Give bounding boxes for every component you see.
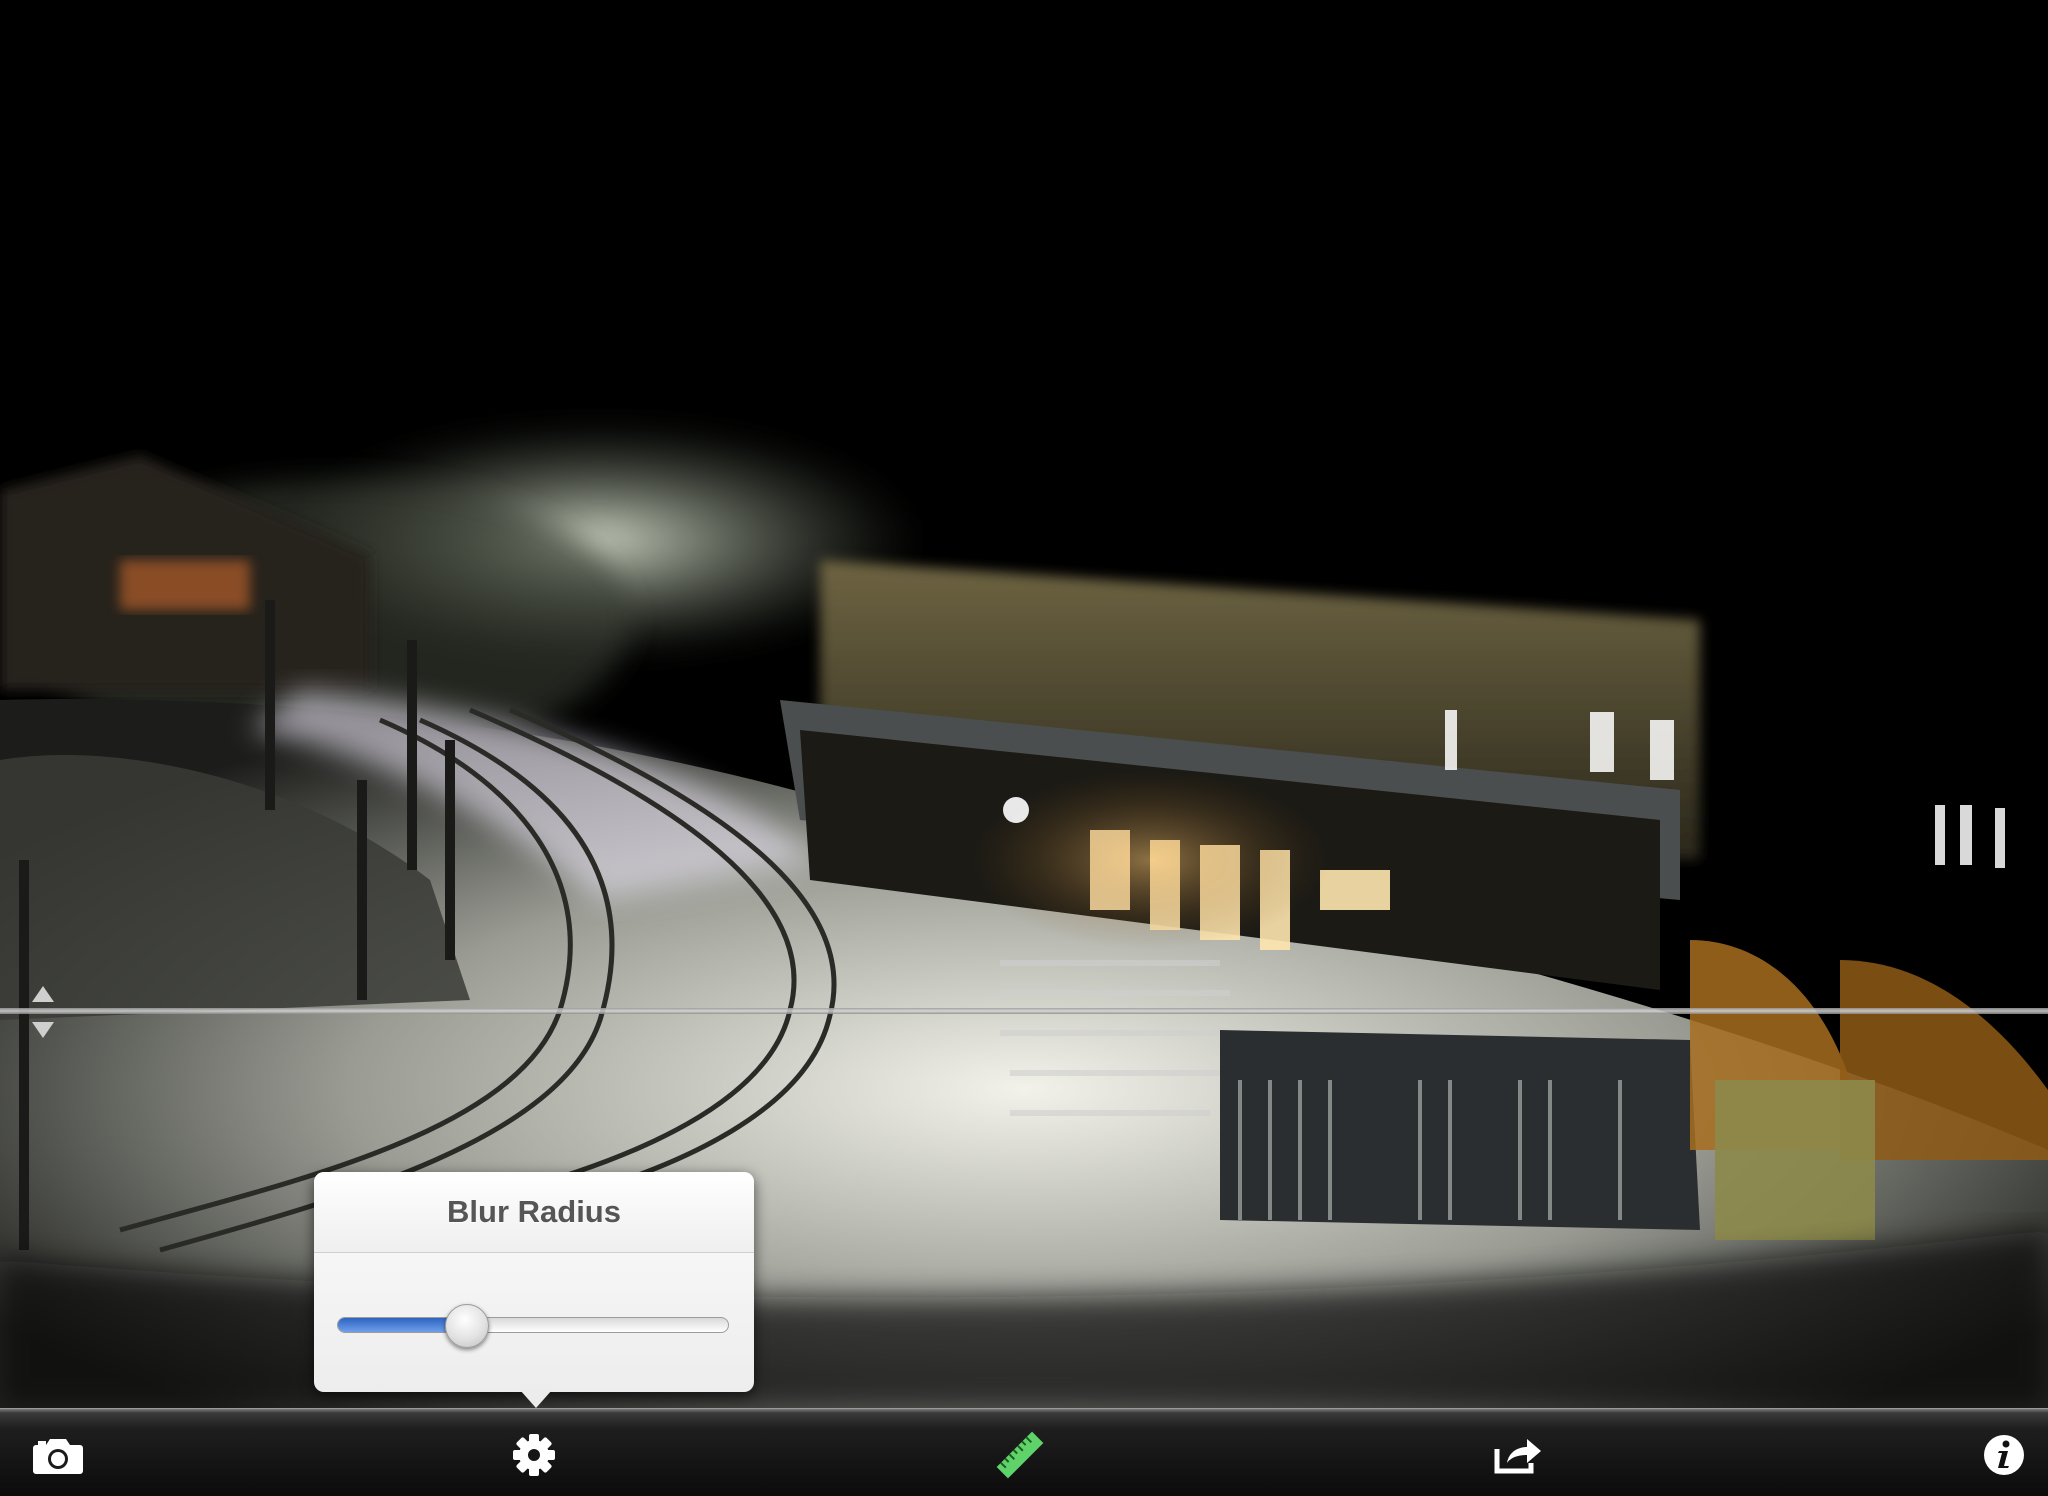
focus-down-arrow-icon[interactable]	[32, 1022, 54, 1038]
info-icon	[1984, 1435, 2024, 1475]
share-icon	[1494, 1439, 1541, 1474]
blur-radius-slider[interactable]	[337, 1304, 729, 1348]
camera-icon	[33, 1439, 83, 1474]
night-station-photo	[0, 0, 2048, 1408]
info-button[interactable]	[1976, 1427, 2032, 1483]
ruler-button[interactable]	[992, 1427, 1048, 1483]
share-button[interactable]	[1490, 1427, 1546, 1483]
focus-up-arrow-icon[interactable]	[32, 986, 54, 1002]
blur-radius-popover: Blur Radius	[314, 1172, 754, 1392]
popover-arrow	[520, 1390, 552, 1408]
gear-icon	[513, 1434, 555, 1476]
ruler-icon	[996, 1431, 1044, 1479]
bottom-toolbar	[0, 1408, 2048, 1496]
popover-header: Blur Radius	[314, 1172, 754, 1253]
photo-canvas[interactable]	[0, 0, 2048, 1408]
slider-thumb[interactable]	[444, 1304, 489, 1348]
camera-button[interactable]	[30, 1427, 86, 1483]
focus-band-line[interactable]	[0, 1008, 2048, 1014]
settings-button[interactable]	[506, 1427, 562, 1483]
popover-title: Blur Radius	[447, 1194, 621, 1229]
